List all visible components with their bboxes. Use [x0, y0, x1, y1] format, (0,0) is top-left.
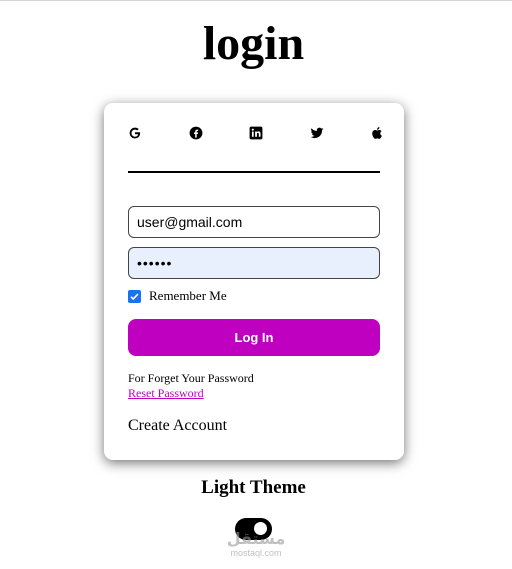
create-account-link[interactable]: Create Account — [128, 416, 227, 436]
apple-icon[interactable] — [370, 126, 384, 140]
reset-password-link[interactable]: Reset Password — [128, 386, 204, 401]
remember-me-checkbox[interactable] — [128, 289, 141, 303]
login-button[interactable]: Log In — [128, 319, 380, 356]
watermark-site: mostaql.com — [230, 548, 282, 558]
social-login-row — [128, 125, 384, 141]
login-card: Remember Me Log In For Forget Your Passw… — [104, 103, 404, 460]
remember-me-label: Remember Me — [149, 288, 227, 303]
email-field[interactable] — [128, 206, 380, 238]
google-icon[interactable] — [128, 126, 142, 140]
facebook-icon[interactable] — [189, 126, 203, 140]
linkedin-icon[interactable] — [249, 126, 263, 140]
page-title: login — [202, 17, 305, 70]
twitter-icon[interactable] — [310, 126, 324, 140]
watermark: مستقل mostaql.com — [220, 531, 292, 559]
password-field[interactable] — [128, 247, 380, 279]
watermark-logo: مستقل — [226, 531, 286, 548]
remember-me-row: Remember Me — [128, 288, 227, 304]
theme-label: Light Theme — [201, 477, 306, 498]
checkmark-icon — [130, 292, 139, 300]
divider — [128, 171, 380, 173]
forgot-password-text: For Forget Your Password — [128, 371, 254, 385]
top-rule — [0, 0, 512, 1]
